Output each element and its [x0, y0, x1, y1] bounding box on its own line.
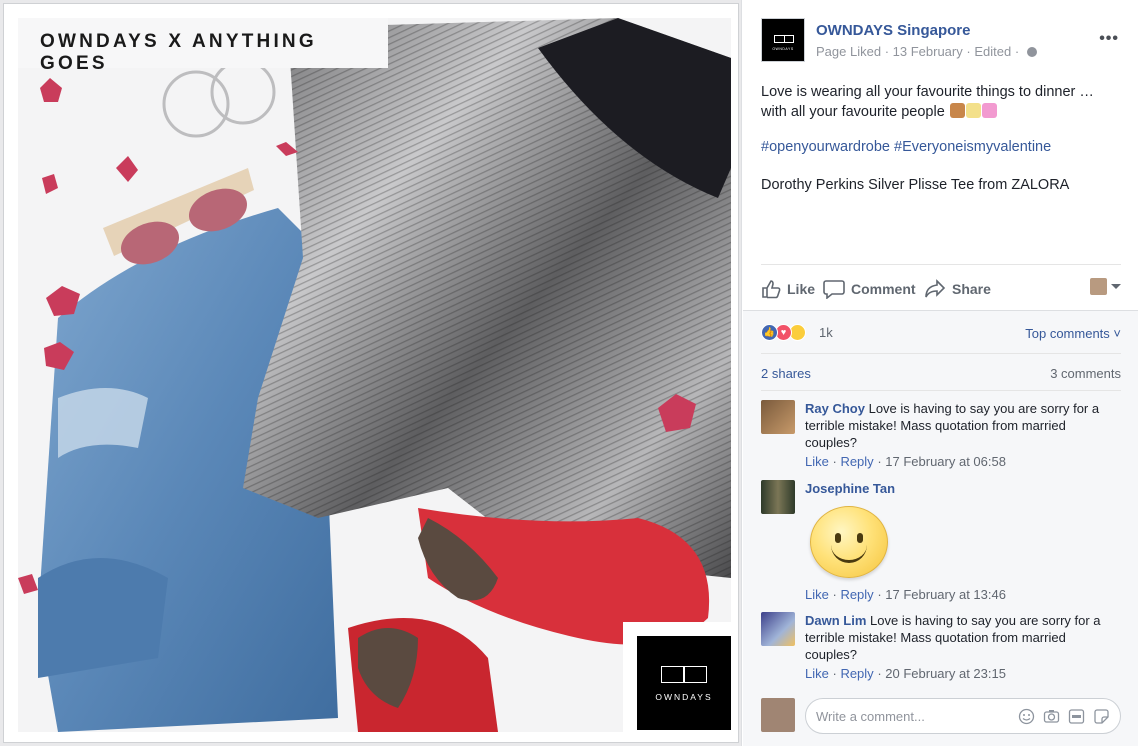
- post-message-text: Love is wearing all your favourite thing…: [761, 84, 1094, 120]
- share-button[interactable]: Share: [924, 277, 991, 301]
- comment-button[interactable]: Comment: [823, 277, 916, 301]
- viewer-avatar: [1090, 278, 1107, 295]
- comment-actions: Like · Reply · 17 February at 06:58: [805, 454, 1006, 469]
- like-label: Like: [787, 281, 816, 297]
- post-actions-bar: Like Comment Share: [761, 275, 1121, 303]
- post-photo[interactable]: OWNDAYS X ANYTHING GOES OWNDAYS: [18, 18, 731, 732]
- comment-body: Josephine Tan: [805, 480, 1121, 497]
- write-comment-input[interactable]: Write a comment...: [805, 698, 1121, 734]
- globe-icon[interactable]: [1026, 47, 1037, 57]
- shares-row: 2 shares 3 comments: [761, 366, 1121, 381]
- post-side-panel: OWNDAYS OWNDAYS Singapore Page Liked · 1…: [743, 0, 1138, 746]
- composer-icons: [1018, 708, 1110, 725]
- post-date-link[interactable]: 13 February: [893, 44, 963, 59]
- photo-frame: OWNDAYS X ANYTHING GOES OWNDAYS: [3, 3, 739, 743]
- page-avatar[interactable]: OWNDAYS: [761, 18, 805, 62]
- post-header: OWNDAYS OWNDAYS Singapore Page Liked · 1…: [761, 18, 1121, 68]
- comment-composer: Write a comment...: [761, 696, 1121, 736]
- comment-body: Ray Choy Love is having to say you are s…: [805, 400, 1121, 451]
- smiley-sticker-icon: [810, 506, 888, 578]
- comment-reply-link[interactable]: Reply: [840, 587, 873, 602]
- page-status: Page Liked: [816, 44, 882, 59]
- commenter-name[interactable]: Ray Choy: [805, 401, 865, 416]
- post-message: Love is wearing all your favourite thing…: [761, 82, 1123, 122]
- comment-bubble-icon: [823, 280, 845, 299]
- post-as-selector[interactable]: [1090, 278, 1121, 295]
- comment-like-link[interactable]: Like: [805, 666, 829, 681]
- glasses-logo-icon: [774, 35, 794, 43]
- commenter-avatar[interactable]: [761, 400, 795, 434]
- rabbit-emoji-icon: [949, 103, 965, 118]
- like-reaction-icon: 👍: [761, 324, 778, 341]
- comment-actions: Like · Reply · 17 February at 13:46: [805, 587, 1006, 602]
- gif-icon[interactable]: [1068, 708, 1085, 725]
- emoji-icon[interactable]: [1018, 708, 1035, 725]
- commenter-avatar[interactable]: [761, 612, 795, 646]
- more-options-button[interactable]: •••: [1099, 30, 1119, 48]
- hashtag-links[interactable]: #openyourwardrobe #Everyoneismyvalentine: [761, 139, 1051, 155]
- photo-panel[interactable]: OWNDAYS X ANYTHING GOES OWNDAYS: [0, 0, 742, 746]
- comments-section: 👍 ♥ 1k Top comments ˅ 2 shares 3 comment…: [743, 310, 1138, 746]
- divider: [761, 390, 1121, 391]
- reaction-count[interactable]: 1k: [819, 325, 833, 340]
- comment-timestamp[interactable]: 17 February at 06:58: [885, 454, 1006, 469]
- thumbs-up-icon: [762, 280, 781, 299]
- comment-reply-link[interactable]: Reply: [840, 666, 873, 681]
- share-label: Share: [952, 281, 991, 297]
- share-arrow-icon: [925, 279, 946, 298]
- current-user-avatar: [761, 698, 795, 732]
- page-name-link[interactable]: OWNDAYS Singapore: [816, 22, 970, 39]
- comment-body: Dawn Lim Love is having to say you are s…: [805, 612, 1121, 663]
- brand-logo-text: OWNDAYS: [655, 692, 713, 702]
- comment-item: Josephine Tan Like · Reply · 17 February…: [761, 480, 1121, 605]
- comment-item: Dawn Lim Love is having to say you are s…: [761, 612, 1121, 684]
- avatar-label: OWNDAYS: [772, 47, 794, 51]
- divider: [761, 353, 1121, 354]
- post-credit: Dorothy Perkins Silver Plisse Tee from Z…: [761, 177, 1070, 193]
- commenter-name[interactable]: Josephine Tan: [805, 481, 895, 496]
- comment-label: Comment: [851, 281, 916, 297]
- comment-like-link[interactable]: Like: [805, 454, 829, 469]
- divider: [761, 264, 1121, 265]
- reactions-summary[interactable]: 👍 ♥ 1k Top comments ˅: [761, 323, 1121, 343]
- caret-down-icon: [1111, 284, 1121, 289]
- commenter-avatar[interactable]: [761, 480, 795, 514]
- comments-count-link[interactable]: 3 comments: [1050, 366, 1121, 381]
- comment-reply-link[interactable]: Reply: [840, 454, 873, 469]
- comment-like-link[interactable]: Like: [805, 587, 829, 602]
- comment-timestamp[interactable]: 20 February at 23:15: [885, 666, 1006, 681]
- comment-placeholder: Write a comment...: [816, 708, 925, 724]
- top-comments-dropdown[interactable]: Top comments ˅: [1025, 326, 1121, 341]
- camera-icon[interactable]: [1043, 708, 1060, 725]
- photo-title: OWNDAYS X ANYTHING GOES: [18, 18, 388, 74]
- like-button[interactable]: Like: [761, 277, 815, 301]
- party-popper-emoji-icon: [981, 103, 997, 118]
- glasses-logo-icon: [661, 666, 707, 683]
- cheers-emoji-icon: [965, 103, 981, 118]
- commenter-name[interactable]: Dawn Lim: [805, 613, 866, 628]
- edited-link[interactable]: Edited: [974, 44, 1011, 59]
- brand-logo-box: OWNDAYS: [623, 622, 731, 732]
- facebook-photo-viewer: OWNDAYS X ANYTHING GOES OWNDAYS OWNDAYS …: [0, 0, 1138, 746]
- earring: [162, 70, 230, 138]
- comment-actions: Like · Reply · 20 February at 23:15: [805, 666, 1006, 681]
- owndays-logo: OWNDAYS: [637, 636, 731, 730]
- comment-item: Ray Choy Love is having to say you are s…: [761, 400, 1121, 470]
- comment-timestamp[interactable]: 17 February at 13:46: [885, 587, 1006, 602]
- post-meta: Page Liked · 13 February · Edited ·: [816, 44, 1037, 59]
- shares-link[interactable]: 2 shares: [761, 366, 811, 381]
- sticker-icon[interactable]: [1093, 708, 1110, 725]
